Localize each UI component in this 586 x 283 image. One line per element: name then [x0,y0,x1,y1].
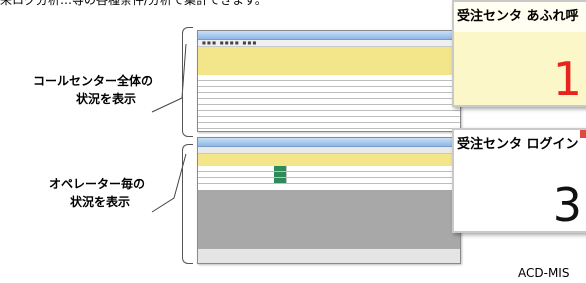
operator-status-window [197,137,461,264]
operator-header [198,154,460,166]
status-cell [274,178,287,183]
center-overview-window: ■ ■ ■ ■ ■ ■ ■ ■ ■ ■ [197,30,461,132]
empty-area [198,190,460,249]
window-menubar: ■ ■ ■ ■ ■ ■ ■ ■ ■ ■ [198,40,460,47]
operator-grid [198,166,460,190]
summary-header [198,47,460,75]
overflow-popup-title: 受注センタ あふれ呼 [454,2,586,32]
window-titlebar [198,138,460,147]
bracket-top [182,27,193,137]
window-menubar [198,147,460,154]
intro-caption: 来ログ分析…等の各種条件/分析で集計できます。 [0,0,267,7]
status-bar [198,248,460,263]
login-popup-title: 受注センタ ログイン [454,130,586,160]
table-row[interactable] [198,178,460,184]
overflow-calls-popup: 受注センタ あふれ呼 1 [452,0,586,107]
status-cell [274,172,287,177]
status-cell [274,166,287,171]
login-count-popup: 受注センタ ログイン 3 [452,128,586,233]
window-titlebar [198,31,460,40]
bracket-bottom [182,144,193,264]
table-row[interactable] [198,123,460,129]
close-icon[interactable] [580,130,586,138]
overflow-calls-count: 1 [552,52,582,106]
product-label: ACD-MIS [518,266,570,280]
menu-file[interactable]: ■ ■ ■ ■ ■ ■ ■ ■ ■ ■ [202,40,256,45]
summary-grid [198,75,460,131]
login-count: 3 [552,178,582,232]
